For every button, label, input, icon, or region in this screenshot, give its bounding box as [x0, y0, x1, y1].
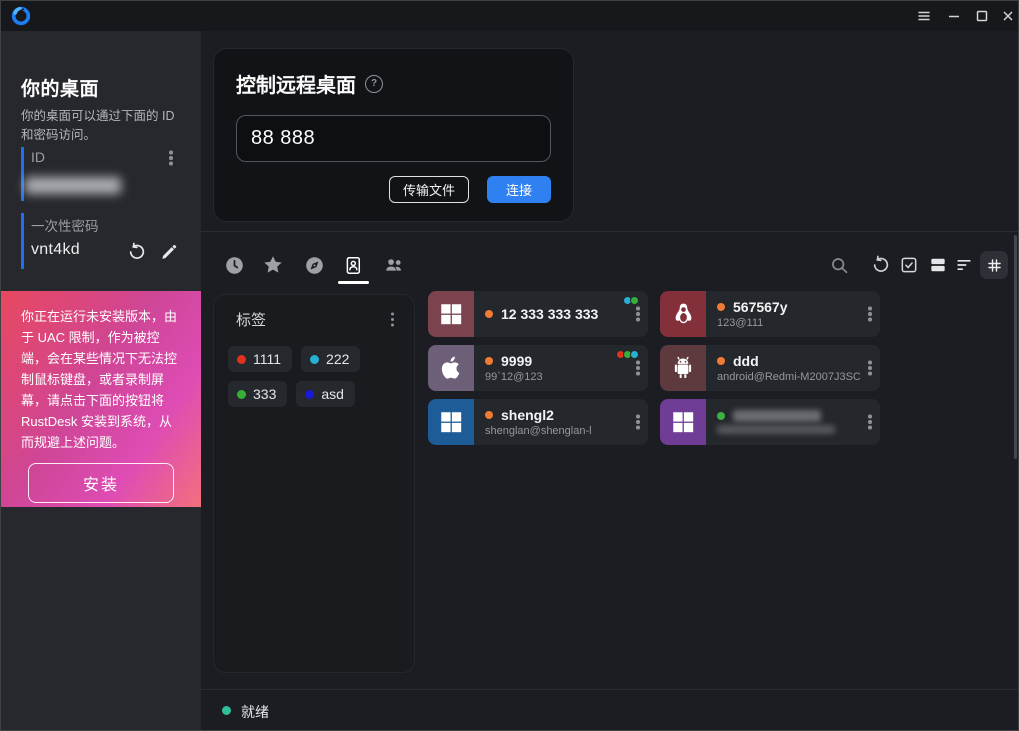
peer-card[interactable]: shengl2 shenglan@shenglan-l [428, 399, 648, 445]
remote-id-input[interactable] [236, 115, 551, 162]
peer-menu-button[interactable] [628, 399, 648, 445]
peer-name: 9999 [501, 353, 532, 369]
peer-menu-button[interactable] [860, 399, 880, 445]
tag-label: 222 [326, 351, 349, 367]
peer-subtitle: shenglan@shenglan-l [485, 425, 628, 437]
section-divider [201, 231, 1019, 232]
windows-icon [428, 291, 474, 337]
statusbar-divider [201, 689, 1019, 690]
peer-status-dot [717, 412, 725, 420]
tag-label: asd [321, 386, 344, 402]
scrollbar[interactable] [1014, 235, 1017, 459]
help-icon[interactable]: ? [365, 75, 383, 93]
refresh-icon[interactable] [870, 254, 892, 276]
grid-view-icon[interactable] [983, 254, 1005, 276]
install-warning-panel: 你正在运行未安装版本，由于 UAC 限制，作为被控端，会在某些情况下无法控制鼠标… [1, 291, 201, 507]
tab-discovered[interactable] [303, 254, 325, 276]
tag-color-dot [237, 390, 246, 399]
one-time-password-label: 一次性密码 [31, 215, 99, 235]
peer-menu-button[interactable] [860, 345, 880, 391]
control-remote-desktop-panel: 控制远程桌面 ? 传输文件 连接 [213, 48, 574, 222]
windows-icon [660, 399, 706, 445]
connect-panel-title: 控制远程桌面 [236, 69, 356, 98]
id-value-masked [25, 177, 121, 194]
peer-name: 567567y [733, 299, 788, 315]
peer-card[interactable]: 12 333 333 333 [428, 291, 648, 337]
one-time-password-value: vnt4kd [31, 241, 80, 259]
edit-password-icon[interactable] [159, 242, 179, 262]
peer-tag-dots [618, 350, 639, 359]
id-label: ID [31, 149, 45, 165]
tags-menu-button[interactable] [391, 318, 395, 322]
peer-subtitle-masked [717, 425, 835, 434]
peer-status-dot [485, 411, 493, 419]
local-desktop-sidebar: 你的桌面 你的桌面可以通过下面的 ID 和密码访问。 ID 一次性密码 vnt4… [1, 31, 201, 731]
tag-chip[interactable]: 1111 [228, 346, 292, 372]
tags-title: 标签 [236, 309, 266, 330]
tab-group[interactable] [383, 254, 405, 276]
peer-subtitle: 99`12@123 [485, 371, 628, 383]
cards-view-icon[interactable] [927, 254, 949, 276]
install-button[interactable]: 安装 [28, 463, 174, 503]
install-warning-text: 你正在运行未安装版本，由于 UAC 限制，作为被控端，会在某些情况下无法控制鼠标… [21, 306, 181, 453]
tab-recent-sessions[interactable] [223, 254, 245, 276]
peer-tag-dots [625, 296, 639, 305]
select-checkbox-icon[interactable] [898, 254, 920, 276]
tag-label: 333 [253, 386, 276, 402]
minimize-button[interactable] [939, 1, 969, 31]
sidebar-title: 你的桌面 [21, 74, 99, 101]
title-bar[interactable] [1, 1, 1018, 31]
peer-status-dot [485, 310, 493, 318]
close-button[interactable] [993, 1, 1019, 31]
sidebar-description: 你的桌面可以通过下面的 ID 和密码访问。 [21, 107, 185, 145]
peer-subtitle: android@Redmi-M2007J3SC [717, 371, 860, 383]
id-menu-button[interactable] [169, 156, 173, 160]
tab-address-book[interactable] [342, 254, 364, 276]
peer-card[interactable]: 567567y 123@111 [660, 291, 880, 337]
rustdesk-window: 你的桌面 你的桌面可以通过下面的 ID 和密码访问。 ID 一次性密码 vnt4… [0, 0, 1019, 731]
peer-card[interactable] [660, 399, 880, 445]
tags-panel: 标签 1111 222 333 asd [213, 294, 415, 673]
peer-card[interactable]: ddd android@Redmi-M2007J3SC [660, 345, 880, 391]
peer-name: 12 333 333 333 [501, 306, 598, 322]
peer-subtitle: 123@111 [717, 317, 860, 329]
peer-card[interactable]: 9999 99`12@123 [428, 345, 648, 391]
id-accent-bar [21, 147, 24, 201]
status-text: 就绪 [241, 702, 269, 722]
tag-color-dot [237, 355, 246, 364]
peer-name: ddd [733, 353, 759, 369]
search-icon[interactable] [828, 254, 850, 276]
peer-name: shengl2 [501, 407, 554, 423]
active-tab-underline [338, 281, 369, 284]
linux-icon [660, 291, 706, 337]
window-menu-icon[interactable] [909, 1, 939, 31]
connect-button[interactable]: 连接 [487, 176, 551, 203]
tag-label: 1111 [253, 351, 281, 367]
android-icon [660, 345, 706, 391]
password-accent-bar [21, 213, 24, 269]
peer-menu-button[interactable] [860, 291, 880, 337]
peer-name-masked [733, 410, 821, 422]
windows-icon [428, 399, 474, 445]
apple-icon [428, 345, 474, 391]
sort-icon[interactable] [953, 254, 975, 276]
peer-status-dot [717, 357, 725, 365]
tag-chip[interactable]: 222 [301, 346, 360, 372]
transfer-file-button[interactable]: 传输文件 [389, 176, 469, 203]
tag-chip[interactable]: 333 [228, 381, 287, 407]
peer-status-dot [717, 303, 725, 311]
tag-color-dot [305, 390, 314, 399]
tag-color-dot [310, 355, 319, 364]
tab-favorites[interactable] [262, 254, 284, 276]
status-dot [222, 706, 231, 715]
rustdesk-logo-icon [10, 5, 32, 27]
regenerate-password-icon[interactable] [127, 242, 147, 262]
tag-chip[interactable]: asd [296, 381, 355, 407]
peer-status-dot [485, 357, 493, 365]
